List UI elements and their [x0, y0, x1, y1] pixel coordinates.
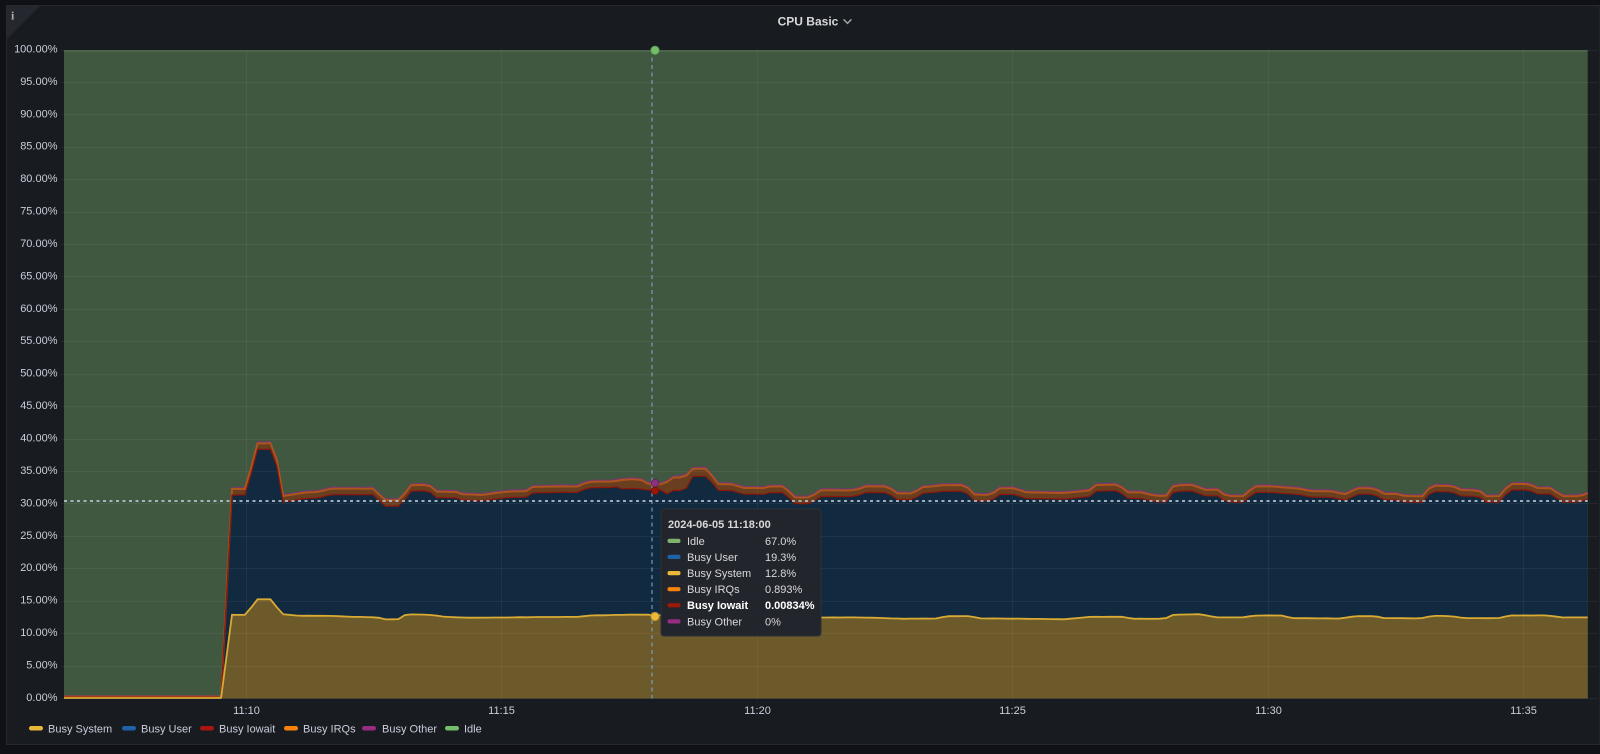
svg-text:Busy IRQs: Busy IRQs: [303, 724, 356, 736]
svg-text:Busy User: Busy User: [687, 552, 738, 564]
svg-text:Busy Other: Busy Other: [687, 616, 742, 628]
svg-text:Busy User: Busy User: [141, 724, 192, 736]
svg-text:55.00%: 55.00%: [20, 335, 58, 347]
svg-text:80.00%: 80.00%: [20, 173, 58, 185]
svg-text:11:15: 11:15: [488, 705, 515, 717]
svg-text:11:35: 11:35: [1510, 705, 1537, 717]
svg-text:10.00%: 10.00%: [20, 627, 58, 639]
svg-text:20.00%: 20.00%: [20, 562, 58, 574]
svg-text:40.00%: 40.00%: [20, 433, 58, 445]
svg-text:60.00%: 60.00%: [20, 303, 58, 315]
svg-text:25.00%: 25.00%: [20, 530, 58, 542]
svg-text:Busy System: Busy System: [687, 568, 751, 580]
svg-text:Idle: Idle: [687, 536, 705, 548]
svg-text:Busy Iowait: Busy Iowait: [687, 600, 748, 612]
svg-text:0.00%: 0.00%: [26, 692, 57, 704]
svg-text:Busy Other: Busy Other: [382, 724, 437, 736]
svg-text:85.00%: 85.00%: [20, 141, 58, 153]
svg-text:CPU Basic: CPU Basic: [778, 14, 839, 28]
svg-text:35.00%: 35.00%: [20, 465, 58, 477]
svg-text:100.00%: 100.00%: [14, 43, 58, 55]
svg-text:65.00%: 65.00%: [20, 270, 58, 282]
svg-text:11:20: 11:20: [744, 705, 771, 717]
svg-text:11:25: 11:25: [999, 705, 1026, 717]
svg-text:12.8%: 12.8%: [765, 568, 796, 580]
svg-text:Idle: Idle: [464, 724, 482, 736]
svg-text:90.00%: 90.00%: [20, 108, 58, 120]
svg-text:0%: 0%: [765, 616, 781, 628]
svg-text:45.00%: 45.00%: [20, 400, 58, 412]
svg-text:Busy IRQs: Busy IRQs: [687, 584, 740, 596]
svg-text:30.00%: 30.00%: [20, 497, 58, 509]
svg-text:11:30: 11:30: [1255, 705, 1282, 717]
svg-text:2024-06-05 11:18:00: 2024-06-05 11:18:00: [668, 519, 771, 531]
svg-text:67.0%: 67.0%: [765, 536, 796, 548]
svg-text:Busy Iowait: Busy Iowait: [219, 724, 275, 736]
svg-text:0.00834%: 0.00834%: [765, 600, 815, 612]
svg-text:5.00%: 5.00%: [26, 660, 57, 672]
svg-text:0.893%: 0.893%: [765, 584, 803, 596]
svg-text:95.00%: 95.00%: [20, 76, 58, 88]
svg-text:70.00%: 70.00%: [20, 238, 58, 250]
svg-text:Busy System: Busy System: [48, 724, 112, 736]
svg-text:11:10: 11:10: [233, 705, 260, 717]
svg-text:50.00%: 50.00%: [20, 368, 58, 380]
svg-text:75.00%: 75.00%: [20, 206, 58, 218]
svg-text:19.3%: 19.3%: [765, 552, 796, 564]
svg-text:15.00%: 15.00%: [20, 595, 58, 607]
